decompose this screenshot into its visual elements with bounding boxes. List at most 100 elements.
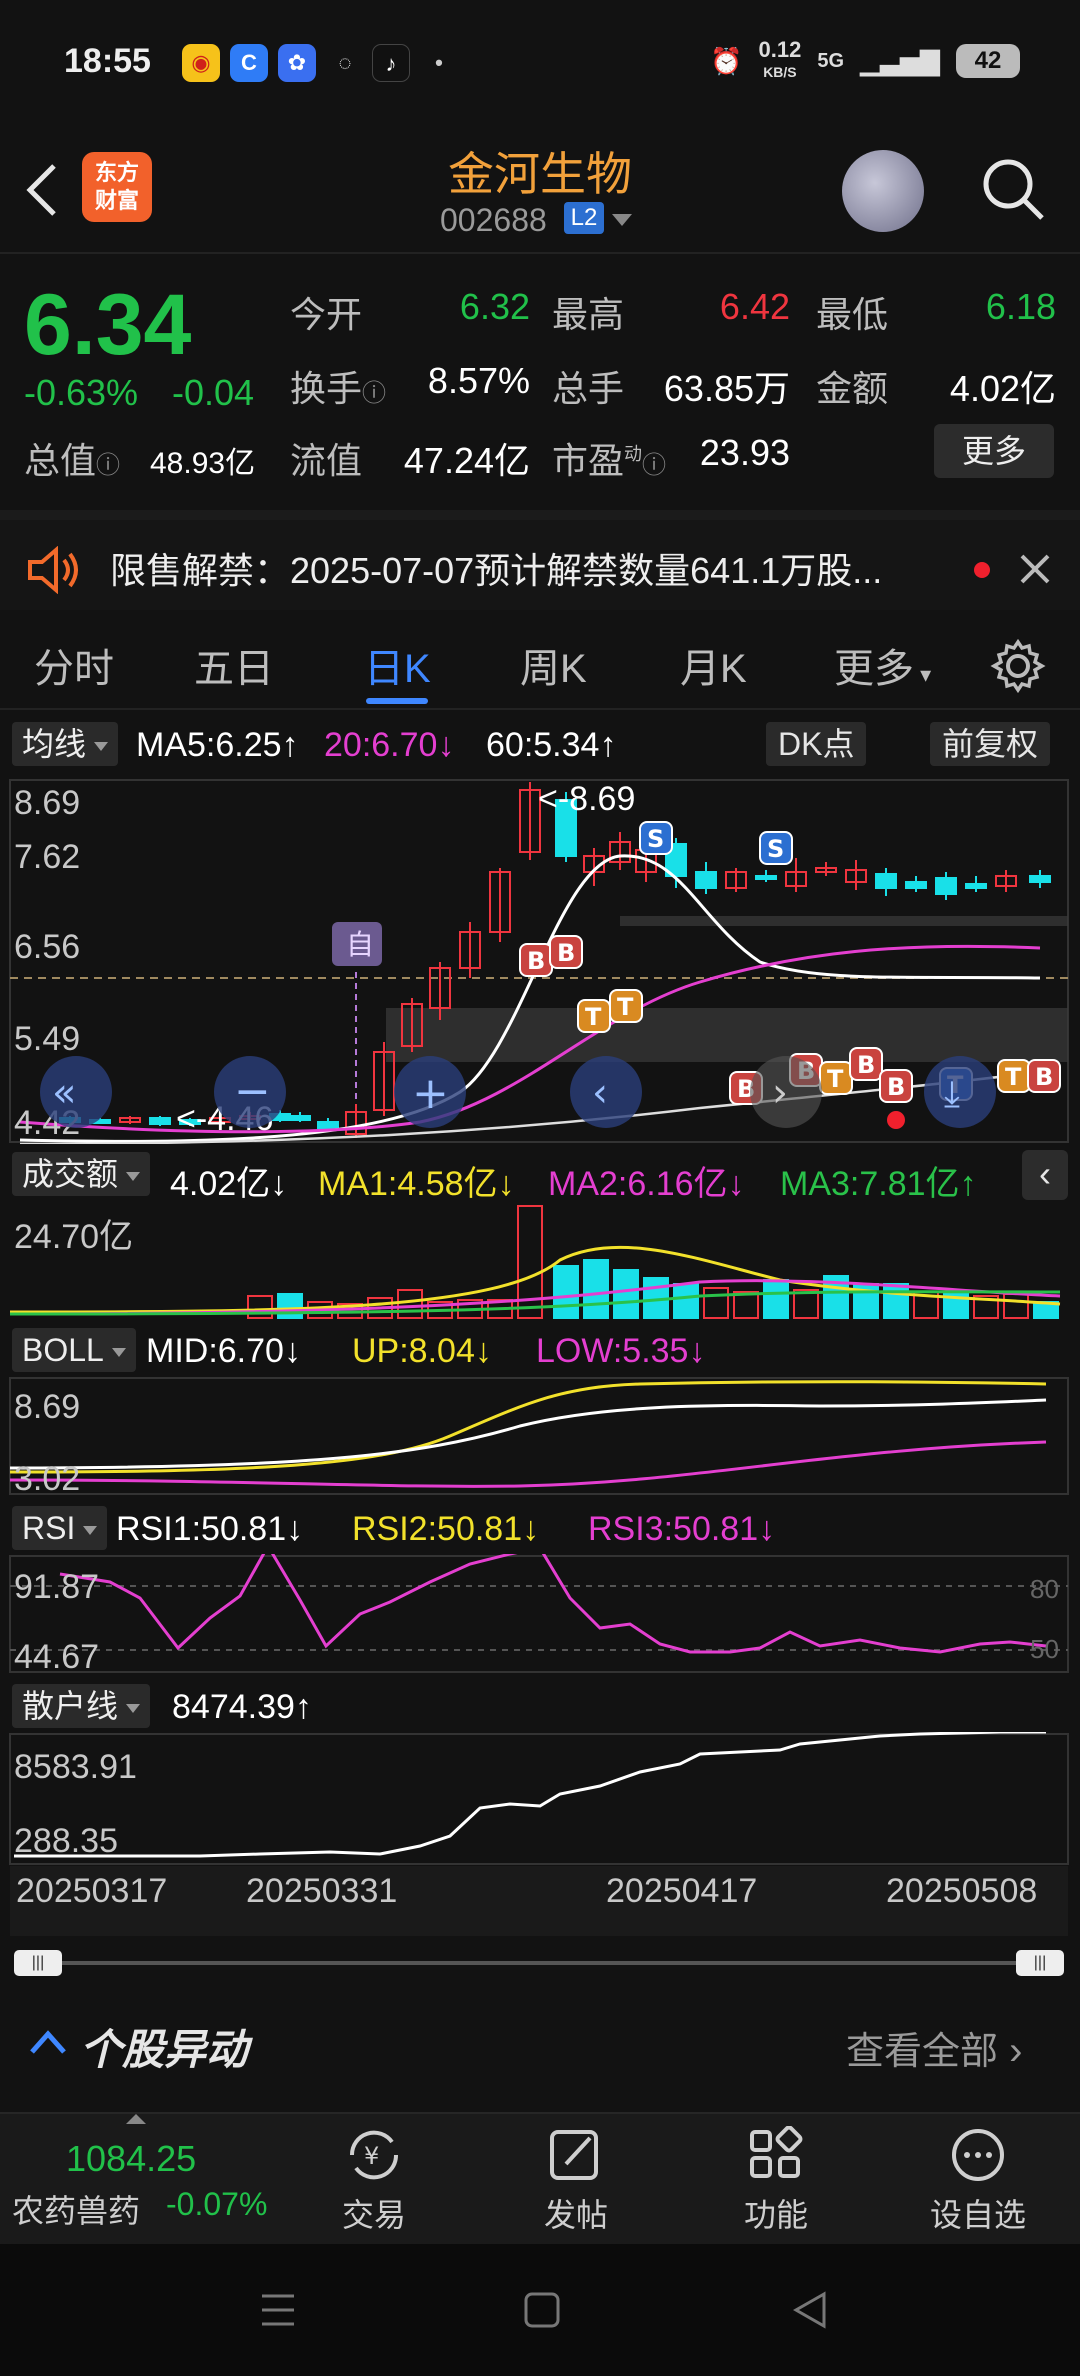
- close-icon[interactable]: [1018, 552, 1052, 586]
- adjust-button[interactable]: 前复权: [930, 722, 1051, 766]
- retail-selector[interactable]: 散户线: [12, 1684, 151, 1728]
- rsi3-value: RSI3:50.81↓: [588, 1510, 776, 1548]
- status-bar: 18:55 ◉ C ✿ ◌ ♪ • ⏰ 0.12 KB/S 5G ▁▃▅▇ 42: [0, 0, 1080, 130]
- boll-mid-line: [9, 1398, 1047, 1470]
- market-cap-label: 总值ⓘ: [24, 440, 121, 481]
- ma20-value: 20:6.70↓: [324, 726, 455, 764]
- candle-body: [875, 873, 897, 889]
- info-icon[interactable]: ⓘ: [96, 452, 120, 479]
- gear-icon[interactable]: [990, 638, 1046, 694]
- high-label: 最高: [552, 294, 625, 335]
- tab-daily-k[interactable]: 日K: [364, 636, 431, 694]
- rsi1-value: RSI1:50.81↓: [116, 1510, 304, 1548]
- ma-selector[interactable]: 均线: [12, 722, 119, 766]
- rsi-selector[interactable]: RSI: [12, 1506, 108, 1550]
- volume-value: 4.02亿↓: [170, 1165, 288, 1203]
- chart-scrollbar[interactable]: ||| |||: [14, 1950, 1064, 1976]
- volume-bar: [733, 1291, 759, 1319]
- menu-icon[interactable]: [258, 2290, 298, 2330]
- view-all-link[interactable]: 查看全部 ›: [846, 2020, 1022, 2075]
- volume-chart[interactable]: 24.70亿: [0, 1200, 1080, 1320]
- tab-five-day[interactable]: 五日: [194, 636, 274, 694]
- t-marker-label: T: [617, 993, 634, 1021]
- nav-trade[interactable]: ¥ 交易: [304, 2126, 444, 2236]
- collapse-panel-button[interactable]: ‹: [1022, 1150, 1068, 1200]
- search-icon[interactable]: [980, 156, 1046, 222]
- retail-chart[interactable]: 8583.91 288.35: [0, 1732, 1080, 1866]
- double-chevron-left-icon: «: [52, 1070, 76, 1116]
- kline-chart[interactable]: 8.69 7.62 6.56 5.49 4.42 <-8.69 <-4.46 自…: [0, 772, 1080, 1144]
- boll-selector[interactable]: BOLL: [12, 1328, 136, 1372]
- info-icon[interactable]: ⓘ: [362, 380, 386, 407]
- robot-assistant-avatar[interactable]: [842, 150, 924, 232]
- boll-mid: MID:6.70↓: [146, 1332, 301, 1370]
- tiktok-icon: ♪: [372, 44, 410, 82]
- rsi2-value: RSI2:50.81↓: [352, 1510, 540, 1548]
- chevron-left-icon: ‹: [592, 1070, 608, 1116]
- float-cap-label: 流值: [290, 440, 363, 481]
- notice-banner[interactable]: 限售解禁：2025-07-07预计解禁数量641.1万股...: [0, 510, 1080, 610]
- boll-indicator-bar: BOLL MID:6.70↓ UP:8.04↓ LOW:5.35↓: [0, 1324, 1080, 1376]
- date-label-2: 20250331: [246, 1872, 397, 1910]
- y-label-3: 6.56: [14, 928, 80, 966]
- candle-body: [755, 875, 777, 880]
- tab-intraday[interactable]: 分时: [34, 636, 114, 694]
- stock-movement-section: 个股异动 查看全部 ›: [0, 2000, 1080, 2100]
- scroll-handle-left[interactable]: |||: [14, 1950, 62, 1976]
- boll-chart[interactable]: 8.69 3.02: [0, 1376, 1080, 1496]
- system-icons: ⏰ 0.12 KB/S 5G ▁▃▅▇ 42: [710, 37, 1020, 82]
- t-marker-label: T: [827, 1065, 844, 1093]
- baidu-icon: ✿: [278, 44, 316, 82]
- y-label-4: 5.49: [14, 1020, 80, 1058]
- rsi-ref-80: 80: [1030, 1574, 1059, 1604]
- rsi-line: [59, 1554, 1047, 1654]
- volume-bar: [703, 1287, 729, 1319]
- tab-monthly-k[interactable]: 月K: [680, 636, 747, 694]
- scroll-handle-right[interactable]: |||: [1016, 1950, 1064, 1976]
- volume-bar: [1003, 1293, 1029, 1319]
- more-quote-button[interactable]: 更多: [934, 424, 1054, 478]
- volume-selector[interactable]: 成交额: [12, 1152, 151, 1196]
- home-icon[interactable]: [522, 2290, 562, 2330]
- volume-ma1: MA1:4.58亿↓: [318, 1165, 515, 1203]
- sector-index-value[interactable]: 1084.25: [66, 2138, 196, 2180]
- volume-ma2: MA2:6.16亿↓: [548, 1165, 745, 1203]
- tab-weekly-k[interactable]: 周K: [520, 636, 587, 694]
- volume-y-label: 24.70亿: [14, 1218, 133, 1256]
- dk-point-button[interactable]: DK点: [766, 722, 867, 766]
- svg-text:¥: ¥: [364, 2142, 379, 2170]
- candle-body: [1029, 875, 1051, 883]
- net-speed: 0.12 KB/S: [758, 37, 802, 81]
- ma60-value: 60:5.34↑: [486, 726, 617, 764]
- date-label-3: 20250417: [606, 1872, 757, 1910]
- level2-badge[interactable]: L2: [564, 202, 604, 234]
- signal-icon: ▁▃▅▇: [860, 45, 940, 76]
- rsi-chart[interactable]: 91.87 44.67 80 50: [0, 1554, 1080, 1674]
- sector-change: -0.07%: [166, 2186, 268, 2222]
- buy-marker-label: B: [527, 947, 545, 975]
- tab-more[interactable]: 更多 ▾: [834, 636, 931, 694]
- info-icon[interactable]: ⓘ: [642, 452, 666, 479]
- buy-marker-label: B: [887, 1073, 905, 1101]
- retail-y-bottom: 288.35: [14, 1822, 118, 1860]
- chevron-up-icon[interactable]: [28, 2026, 68, 2056]
- volume-bar: [583, 1259, 609, 1319]
- candle-body: [317, 1121, 339, 1129]
- back-icon[interactable]: [790, 2290, 830, 2330]
- chevron-down-icon[interactable]: [612, 214, 632, 226]
- t-marker-label: T: [585, 1003, 602, 1031]
- nav-post[interactable]: 发帖: [506, 2126, 646, 2236]
- turnover-value: 8.57%: [427, 360, 530, 401]
- sector-name[interactable]: 农药兽药: [12, 2186, 140, 2232]
- notice-text: 限售解禁：2025-07-07预计解禁数量641.1万股...: [110, 550, 883, 591]
- reset-button[interactable]: [924, 1056, 996, 1128]
- nav-functions[interactable]: 功能: [706, 2126, 846, 2236]
- grid-icon: [750, 2126, 803, 2178]
- trade-icon: ¥: [349, 2130, 399, 2180]
- battery-icon: 42: [956, 44, 1020, 78]
- rsi-ref-50: 50: [1030, 1634, 1059, 1664]
- weibo-icon: ◉: [182, 44, 220, 82]
- low-value: 6.18: [985, 286, 1056, 327]
- caret-up-icon: [126, 2114, 146, 2124]
- nav-add-watchlist[interactable]: 设自选: [908, 2126, 1048, 2236]
